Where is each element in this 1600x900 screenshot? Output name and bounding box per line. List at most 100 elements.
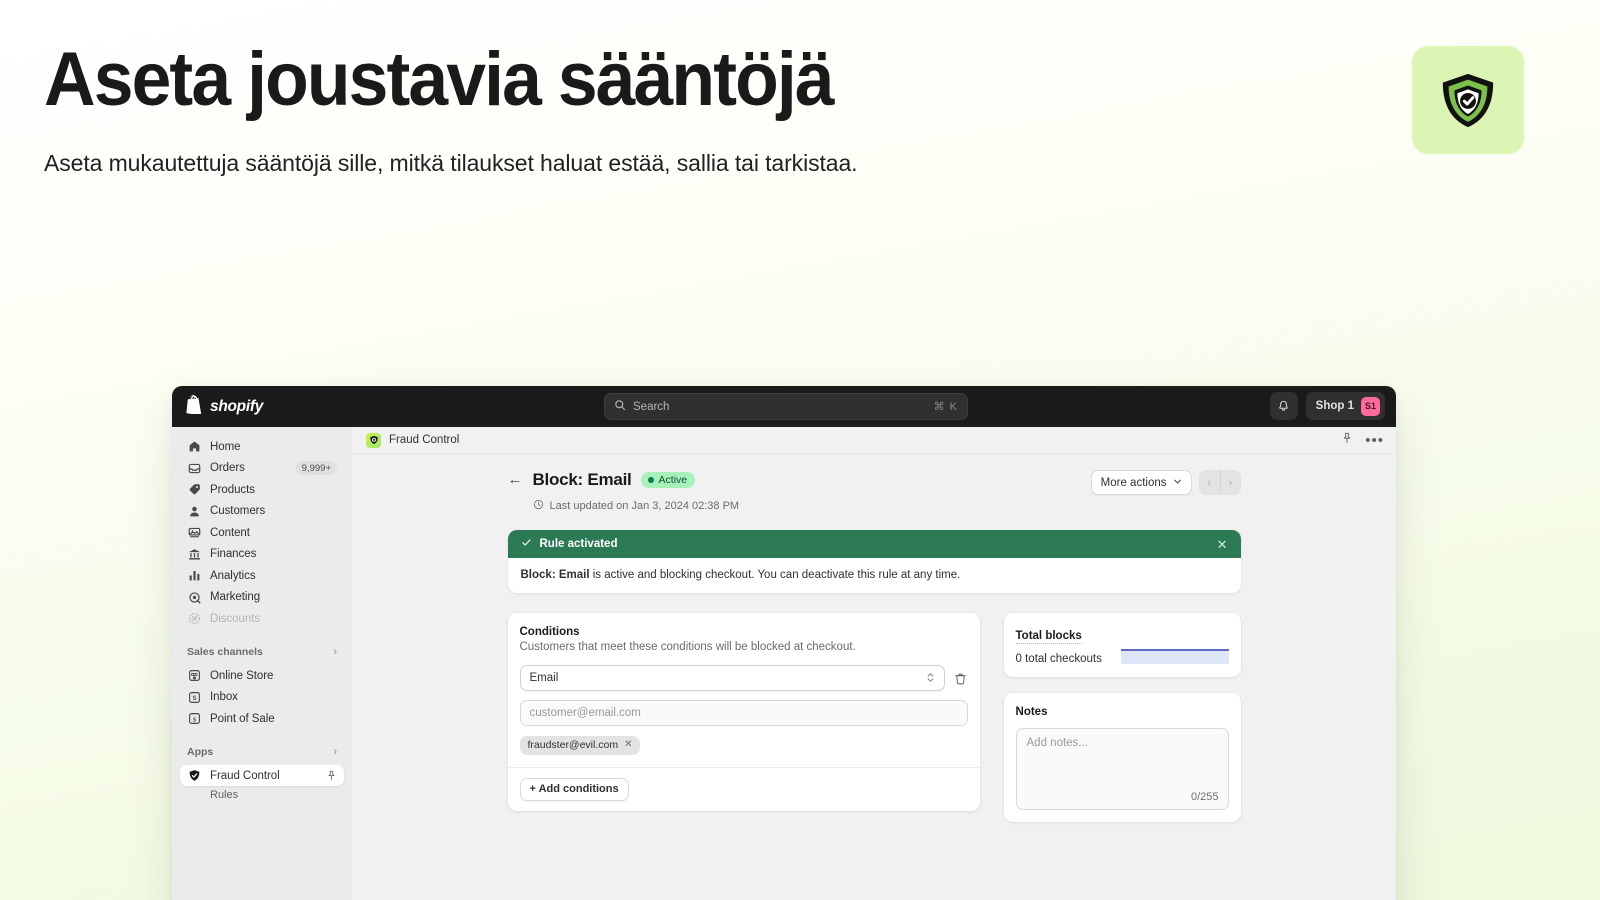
pager-prev-button[interactable]: ‹ [1199, 470, 1220, 495]
bell-icon[interactable] [1269, 392, 1298, 420]
rule-activated-banner: Rule activated ✕ Block: Email is active … [507, 530, 1241, 593]
total-blocks-title: Total blocks [1015, 630, 1082, 644]
condition-type-value: Email [529, 672, 559, 684]
conditions-title: Conditions [519, 626, 580, 638]
brand-wordmark: shopify [210, 397, 264, 415]
search-icon [614, 398, 626, 416]
top-bar-right: Shop 1 S1 [1269, 392, 1385, 420]
sparkline-line [1120, 649, 1229, 651]
rule-detail-page: ← Block: Email Active Last updated on Ja… [352, 454, 1396, 822]
pin-icon[interactable] [326, 770, 337, 781]
sidebar-item-analytics[interactable]: Analytics [180, 565, 344, 586]
chevron-right-icon: › [333, 746, 337, 758]
close-icon[interactable]: ✕ [624, 740, 632, 750]
shop-name: Shop 1 [1315, 400, 1354, 412]
top-bar: shopify Search ⌘ K Shop 1 S1 [172, 386, 1396, 427]
sidebar-item-label: Online Store [210, 669, 274, 682]
more-actions-label: More actions [1100, 476, 1167, 489]
context-app-name: Fraud Control [389, 434, 460, 446]
banner-header: Rule activated ✕ [507, 530, 1241, 558]
sidebar-item-customers[interactable]: Customers [180, 501, 344, 522]
rule-title: Block: Email [532, 470, 632, 489]
content-grid: Conditions Customers that meet these con… [507, 613, 1241, 822]
megaphone-target-icon [187, 590, 201, 604]
sidebar-item-products[interactable]: Products [180, 479, 344, 500]
banner-body-rest: is active and blocking checkout. You can… [589, 569, 961, 581]
shopify-bag-icon [186, 394, 203, 419]
sidebar-item-fraud-control[interactable]: Fraud Control [180, 765, 344, 786]
header-actions: More actions ‹ › [1090, 470, 1241, 495]
search-placeholder: Search [633, 400, 670, 413]
clock-icon [533, 497, 544, 515]
home-icon [187, 440, 201, 454]
sidebar-item-inbox[interactable]: S Inbox [180, 687, 344, 708]
banner-title: Rule activated [539, 538, 618, 550]
sparkline-area [1120, 651, 1229, 664]
sidebar-item-label: Customers [210, 505, 266, 517]
status-badge: Active [640, 471, 696, 489]
banner-body-bold: Block: Email [520, 569, 590, 581]
sidebar-item-point-of-sale[interactable]: $ Point of Sale [180, 708, 344, 729]
sidebar-item-finances[interactable]: Finances [180, 544, 344, 565]
section-label: Sales channels [187, 646, 263, 658]
tag-icon [187, 483, 201, 497]
pager-next-button[interactable]: › [1219, 470, 1241, 495]
search-shortcut: ⌘ K [933, 401, 958, 413]
conditions-card-footer: + Add conditions [507, 766, 980, 811]
hero-section: Aseta joustavia sääntöjä Aseta mukautett… [44, 42, 1044, 184]
condition-value-input[interactable]: customer@email.com [519, 700, 968, 726]
condition-type-select[interactable]: Email [519, 665, 945, 691]
sidebar-item-label: Products [210, 483, 255, 496]
back-arrow-icon[interactable]: ← [508, 472, 523, 487]
sidebar-item-marketing[interactable]: Marketing [180, 587, 344, 608]
pager: ‹ › [1198, 470, 1241, 495]
sidebar-item-home[interactable]: Home [180, 436, 344, 457]
last-updated: Last updated on Jan 3, 2024 02:38 PM [533, 497, 740, 515]
shop-switcher[interactable]: Shop 1 S1 [1305, 392, 1385, 420]
page-title: Aseta joustavia sääntöjä [44, 37, 835, 122]
total-blocks-subtitle: 0 total checkouts [1015, 653, 1102, 665]
sidebar-item-content[interactable]: Content [180, 522, 344, 543]
orders-inbox-icon [187, 461, 201, 475]
inbox-square-icon: S [187, 690, 201, 704]
pin-icon[interactable] [1341, 431, 1353, 449]
chevron-right-icon: › [333, 646, 337, 658]
total-blocks-sparkline [1120, 636, 1229, 664]
svg-text:$: $ [192, 716, 196, 723]
shopify-logo[interactable]: shopify [184, 394, 264, 419]
conditions-card: Conditions Customers that meet these con… [507, 613, 980, 811]
notes-character-counter: 0/255 [1190, 791, 1219, 803]
svg-text:S: S [192, 695, 196, 702]
sidebar-section-apps[interactable]: Apps › [180, 743, 344, 761]
last-updated-text: Last updated on Jan 3, 2024 02:38 PM [549, 500, 740, 512]
sidebar-subitem-rules[interactable]: Rules [180, 789, 344, 801]
chevron-down-icon [1173, 477, 1182, 489]
search-input[interactable]: Search ⌘ K [604, 393, 968, 420]
sidebar-section-sales-channels[interactable]: Sales channels › [180, 643, 344, 661]
sidebar-item-discounts[interactable]: Discounts [180, 608, 344, 629]
close-icon[interactable]: ✕ [1217, 538, 1228, 551]
more-actions-button[interactable]: More actions [1090, 470, 1192, 495]
sidebar-item-orders[interactable]: Orders 9,999+ [180, 458, 344, 479]
chevron-updown-icon [926, 671, 935, 686]
trash-icon[interactable] [954, 672, 968, 685]
sidebar-item-online-store[interactable]: Online Store [180, 665, 344, 686]
condition-tag[interactable]: fraudster@evil.com ✕ [519, 736, 640, 755]
notes-textarea[interactable]: Add notes... 0/255 [1015, 728, 1229, 810]
person-icon [187, 504, 201, 518]
bank-icon [187, 547, 201, 561]
add-conditions-button[interactable]: + Add conditions [519, 777, 629, 801]
ellipsis-icon[interactable]: ••• [1365, 433, 1384, 448]
sidebar-item-label: Content [210, 526, 250, 539]
bar-chart-icon [187, 569, 201, 583]
sidebar-item-label: Finances [210, 548, 257, 560]
content-image-icon [187, 526, 201, 540]
condition-tags: fraudster@evil.com ✕ [519, 735, 968, 755]
sidebar: Home Orders 9,999+ Products Customers Co… [172, 427, 352, 900]
sidebar-item-label: Analytics [210, 569, 256, 582]
sidebar-item-label: Discounts [210, 612, 261, 625]
status-dot-icon [647, 476, 654, 483]
page-subtitle: Aseta mukautettuja sääntöjä sille, mitkä… [44, 150, 858, 176]
discount-icon [187, 612, 201, 626]
context-bar: Fraud Control ••• [352, 427, 1396, 454]
